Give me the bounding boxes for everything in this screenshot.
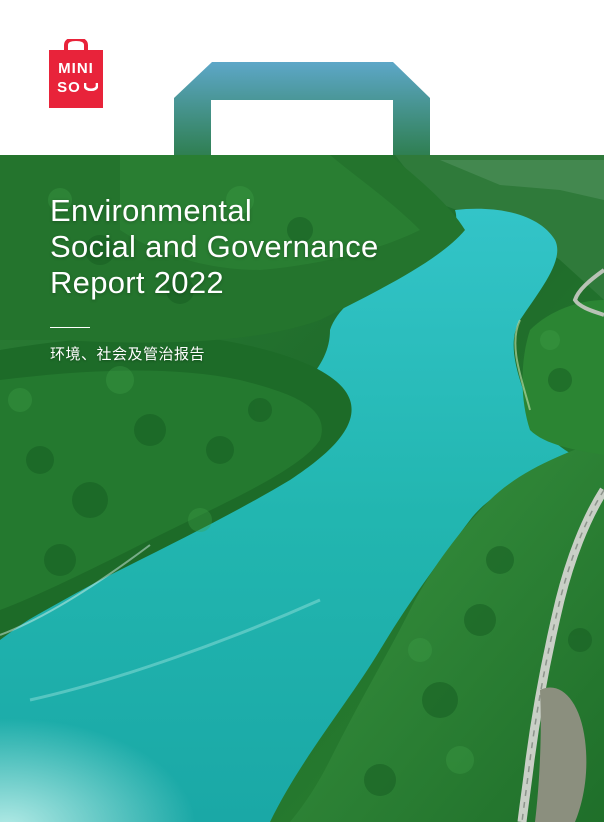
report-cover: MINI SO Environmental Social and Governa… [0, 0, 604, 822]
smile-icon [84, 83, 98, 92]
title-line-2: Social and Governance [50, 229, 379, 264]
title-line-3: Report 2022 [50, 265, 224, 300]
report-subtitle-chinese: 环境、社会及管治报告 [50, 345, 206, 363]
report-title: Environmental Social and Governance Repo… [50, 193, 379, 301]
title-line-1: Environmental [50, 193, 253, 228]
miniso-logo: MINI SO [49, 39, 103, 108]
cover-landscape-image [0, 62, 604, 822]
logo-text-line1: MINI [58, 60, 94, 77]
title-divider [50, 327, 90, 328]
